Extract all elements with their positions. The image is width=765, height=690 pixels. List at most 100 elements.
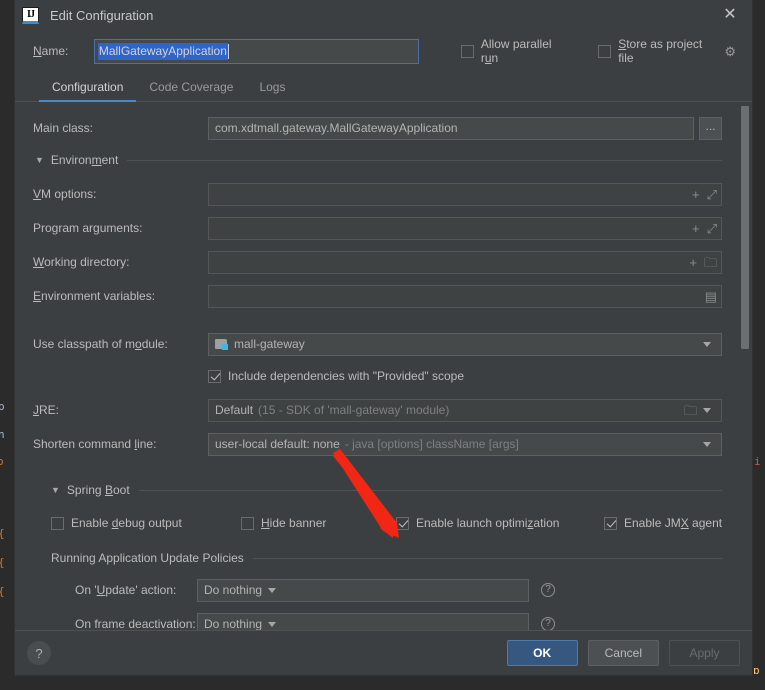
expand-icon[interactable]: ⤢ — [707, 222, 717, 235]
jre-value: Default — [215, 403, 254, 417]
module-icon — [215, 338, 228, 350]
name-input-value: MallGatewayApplication — [97, 42, 228, 60]
include-provided-label[interactable]: Include dependencies with "Provided" sco… — [228, 369, 464, 383]
vm-options-input[interactable]: + ⤢ — [208, 182, 722, 206]
tab-logs[interactable]: Logs — [246, 80, 298, 101]
edit-configuration-dialog: IJ Edit Configuration ✕ Name: MallGatewa… — [14, 0, 753, 676]
folder-icon[interactable]: 🗀 — [684, 404, 697, 417]
spring-boot-options-row: Enable debug output Hide banner Enable l… — [15, 512, 752, 534]
main-class-label: Main class: — [33, 121, 94, 135]
main-class-input[interactable]: com.xdtmall.gateway.MallGatewayApplicati… — [208, 116, 694, 140]
ide-editor-left-strip: p n o { { { 5 — [0, 0, 14, 690]
tab-code-coverage[interactable]: Code Coverage — [136, 80, 246, 101]
working-directory-row: Working directory: + 🗀 — [15, 250, 752, 274]
enable-jmx-agent-label[interactable]: Enable JMX agent — [624, 516, 722, 530]
chevron-down-icon[interactable] — [268, 587, 277, 593]
enable-jmx-agent-checkbox[interactable] — [604, 516, 617, 530]
vm-options-row: VM options: + ⤢ — [15, 182, 752, 206]
expand-icon[interactable]: ⤢ — [707, 188, 717, 201]
classpath-module-row: Use classpath of module: mall-gateway — [15, 332, 752, 356]
on-frame-deactivation-combo[interactable]: Do nothing — [197, 612, 529, 630]
allow-parallel-run-label[interactable]: Allow parallel run — [481, 37, 570, 65]
environment-variables-label: Environment variables: — [33, 289, 156, 303]
configuration-panel: Main class: com.xdtmall.gateway.MallGate… — [15, 102, 752, 630]
plus-icon[interactable]: + — [689, 256, 697, 269]
shorten-command-line-label: Shorten command line: — [33, 437, 157, 451]
group-divider — [252, 557, 722, 559]
working-directory-label: Working directory: — [33, 255, 130, 269]
include-provided-row[interactable]: Include dependencies with "Provided" sco… — [15, 366, 752, 386]
list-icon[interactable]: ▤ — [705, 290, 717, 303]
include-provided-checkbox[interactable] — [208, 369, 221, 383]
chevron-down-icon[interactable] — [268, 621, 277, 627]
spring-boot-group-header[interactable]: ▼ Spring Boot — [15, 480, 752, 500]
enable-debug-output-label[interactable]: Enable debug output — [71, 516, 182, 530]
chevron-down-icon[interactable] — [703, 407, 711, 413]
jre-combo[interactable]: Default (15 - SDK of 'mall-gateway' modu… — [208, 398, 722, 422]
update-policies-header: Running Application Update Policies — [51, 548, 722, 568]
on-frame-deactivation-label: On frame deactivation: — [75, 617, 196, 630]
scrollbar-thumb[interactable] — [741, 106, 749, 349]
allow-parallel-run-row[interactable]: Allow parallel run — [460, 37, 570, 65]
ide-editor-bottom-strip — [0, 674, 765, 690]
name-input[interactable]: MallGatewayApplication — [93, 38, 419, 64]
hide-banner-label[interactable]: Hide banner — [261, 516, 326, 530]
gear-icon[interactable]: ⚙ — [724, 45, 736, 58]
store-as-project-file-row[interactable]: Store as project file ⚙ — [598, 37, 736, 65]
enable-launch-optimization-label[interactable]: Enable launch optimization — [416, 516, 559, 530]
plus-icon[interactable]: + — [692, 188, 700, 201]
cancel-button[interactable]: Cancel — [587, 640, 659, 666]
help-icon[interactable]: ? — [541, 617, 555, 630]
enable-launch-optimization-row[interactable]: Enable launch optimization — [396, 516, 604, 530]
text-caret — [227, 43, 229, 59]
store-as-project-file-label[interactable]: Store as project file — [618, 37, 718, 65]
enable-jmx-agent-row[interactable]: Enable JMX agent — [604, 516, 722, 530]
folder-icon[interactable]: 🗀 — [704, 256, 717, 269]
tab-bar: Configuration Code Coverage Logs — [15, 71, 752, 102]
help-icon[interactable]: ? — [541, 583, 555, 597]
program-arguments-input[interactable]: + ⤢ — [208, 216, 722, 240]
environment-group-label: Environment — [50, 153, 119, 167]
tab-configuration[interactable]: Configuration — [39, 80, 137, 102]
name-label: Name: — [33, 44, 69, 58]
shorten-command-line-value: user-local default: none — [215, 437, 340, 451]
chevron-down-icon[interactable] — [703, 341, 711, 347]
on-update-action-combo[interactable]: Do nothing — [197, 578, 529, 602]
hide-banner-checkbox[interactable] — [241, 516, 254, 530]
classpath-module-value: mall-gateway — [234, 337, 305, 351]
chevron-down-icon[interactable] — [703, 441, 711, 447]
environment-group-header[interactable]: ▼ Environment — [15, 150, 752, 170]
classpath-module-label: Use classpath of module: — [33, 337, 168, 351]
dialog-titlebar: IJ Edit Configuration ✕ — [15, 0, 752, 31]
chevron-down-icon[interactable]: ▼ — [35, 155, 44, 165]
jre-value-hint: (15 - SDK of 'mall-gateway' module) — [258, 403, 450, 417]
help-button[interactable]: ? — [27, 641, 51, 665]
apply-button[interactable]: Apply — [669, 640, 740, 666]
enable-launch-optimization-checkbox[interactable] — [396, 516, 409, 530]
close-icon[interactable]: ✕ — [718, 4, 742, 26]
store-as-project-file-checkbox[interactable] — [598, 44, 612, 58]
on-frame-deactivation-value: Do nothing — [204, 617, 263, 630]
ok-button[interactable]: OK — [506, 640, 578, 666]
program-arguments-label: Program arguments: — [33, 221, 143, 235]
program-arguments-row: Program arguments: + ⤢ — [15, 216, 752, 240]
shorten-command-line-combo[interactable]: user-local default: none - java [options… — [208, 432, 722, 456]
plus-icon[interactable]: + — [692, 222, 700, 235]
enable-debug-output-checkbox[interactable] — [51, 516, 64, 530]
group-divider — [138, 489, 722, 491]
working-directory-input[interactable]: + 🗀 — [208, 250, 722, 274]
main-class-browse-button[interactable]: ... — [699, 116, 722, 140]
chevron-down-icon[interactable]: ▼ — [51, 485, 60, 495]
on-frame-deactivation-row: On frame deactivation: Do nothing ? — [51, 612, 722, 630]
classpath-module-combo[interactable]: mall-gateway — [208, 332, 722, 356]
on-update-action-label: On 'Update' action: — [75, 583, 177, 597]
name-row: Name: MallGatewayApplication Allow paral… — [15, 31, 752, 71]
enable-debug-output-row[interactable]: Enable debug output — [51, 516, 241, 530]
main-class-value: com.xdtmall.gateway.MallGatewayApplicati… — [215, 121, 458, 135]
environment-variables-input[interactable]: ▤ — [208, 284, 722, 308]
allow-parallel-run-checkbox[interactable] — [460, 44, 474, 58]
on-update-action-value: Do nothing — [204, 583, 263, 597]
hide-banner-row[interactable]: Hide banner — [241, 516, 396, 530]
